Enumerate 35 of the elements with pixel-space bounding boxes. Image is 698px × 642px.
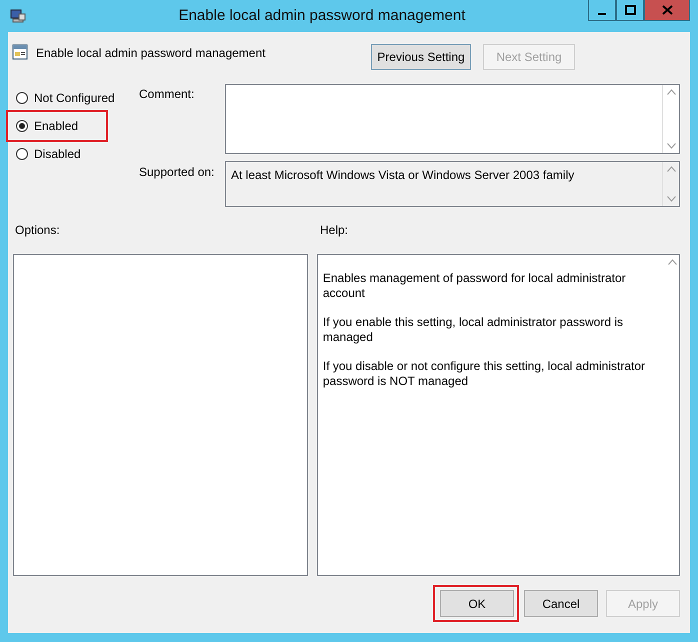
radio-button[interactable] bbox=[16, 120, 28, 132]
radio-label: Disabled bbox=[34, 146, 81, 163]
radio-option[interactable]: Not Configured bbox=[12, 84, 139, 112]
options-label: Options: bbox=[15, 222, 61, 239]
help-text: Enables management of password for local administrator account bbox=[322, 271, 627, 301]
ok-button[interactable]: OK bbox=[440, 590, 514, 617]
computer-icon bbox=[10, 8, 26, 24]
scroll-up-icon[interactable] bbox=[666, 89, 676, 95]
supported-on-text: At least Microsoft Windows Vista or Windows Server 2003 family bbox=[230, 167, 576, 184]
radio-label: Enabled bbox=[34, 118, 78, 135]
supported-on-label: Supported on: bbox=[139, 164, 216, 181]
close-button[interactable] bbox=[644, 0, 690, 21]
radio-option[interactable]: Disabled bbox=[12, 140, 139, 168]
policy-setting-icon bbox=[12, 44, 28, 60]
radio-button[interactable] bbox=[16, 92, 28, 104]
previous-setting-button[interactable]: Previous Setting bbox=[371, 44, 471, 70]
close-icon bbox=[662, 5, 672, 15]
cancel-button[interactable]: Cancel bbox=[524, 590, 598, 617]
minimize-button[interactable] bbox=[588, 0, 616, 21]
scroll-down-icon[interactable] bbox=[666, 143, 676, 149]
window-title: Enable local admin password management bbox=[178, 6, 466, 26]
help-text: If you disable or not configure this setting, local administrator password is NOT managed bbox=[322, 359, 646, 389]
setting-name: Enable local admin password management bbox=[36, 45, 266, 62]
comment-field[interactable] bbox=[225, 84, 680, 154]
minimize-icon bbox=[598, 12, 606, 14]
scroll-up-icon[interactable] bbox=[666, 166, 676, 172]
radio-option[interactable]: Enabled bbox=[8, 112, 106, 140]
help-label: Help: bbox=[320, 222, 348, 239]
radio-button[interactable] bbox=[16, 148, 28, 160]
scroll-up-icon[interactable] bbox=[668, 259, 678, 265]
help-text: If you enable this setting, local administrator password is managed bbox=[322, 315, 624, 345]
comment-label: Comment: bbox=[139, 86, 196, 103]
scroll-down-icon[interactable] bbox=[666, 196, 676, 202]
maximize-icon bbox=[624, 5, 636, 15]
radio-label: Not Configured bbox=[34, 90, 115, 107]
